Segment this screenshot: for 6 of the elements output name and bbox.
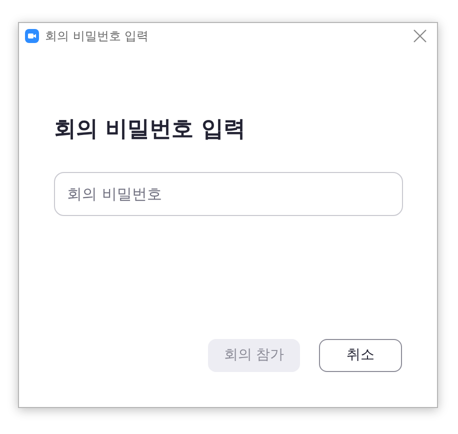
close-button[interactable] [413, 29, 427, 43]
cancel-button[interactable]: 취소 [319, 339, 402, 372]
video-camera-icon [25, 29, 39, 43]
dialog-heading: 회의 비밀번호 입력 [54, 116, 246, 144]
window-title: 회의 비밀번호 입력 [45, 28, 150, 45]
password-field[interactable]: 회의 비밀번호 [54, 172, 403, 216]
